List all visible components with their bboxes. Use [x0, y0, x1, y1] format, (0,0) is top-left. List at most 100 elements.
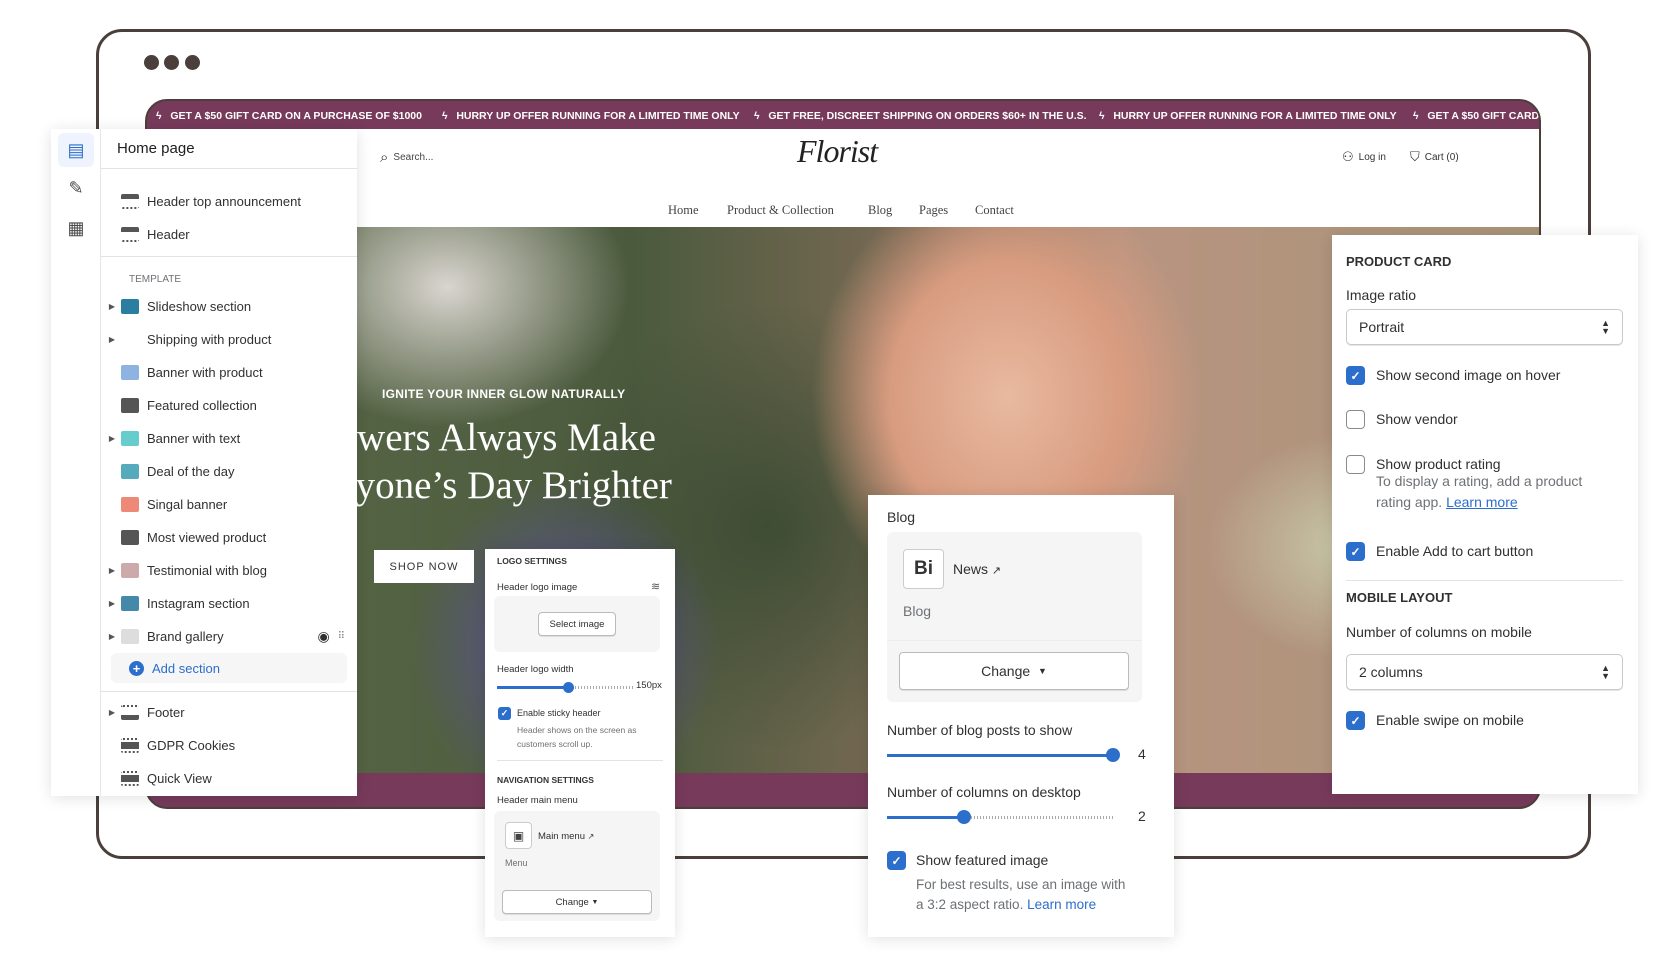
- nav-pages[interactable]: Pages: [919, 203, 948, 218]
- learn-more-link[interactable]: Learn more: [1446, 494, 1518, 510]
- drag-handle-icon[interactable]: ⠿: [338, 631, 345, 642]
- section-icon: [121, 332, 139, 347]
- login-link[interactable]: ⚇ Log in: [1342, 149, 1386, 165]
- image-icon: ▣: [505, 822, 532, 849]
- section-item-footer[interactable]: ▶ Footer: [101, 696, 357, 729]
- caret-right-icon[interactable]: ▶: [101, 599, 121, 608]
- checkbox-label: Enable sticky header: [517, 708, 601, 718]
- option-checkbox[interactable]: ✓: [1346, 366, 1365, 385]
- change-blog-button[interactable]: Change ▼: [899, 652, 1129, 690]
- section-item-deal-of-the-day[interactable]: Deal of the day: [101, 455, 357, 488]
- divider: [1346, 580, 1623, 581]
- divider: [101, 168, 357, 169]
- select-image-button[interactable]: Select image: [538, 612, 616, 636]
- sticky-header-checkbox[interactable]: ✓: [498, 707, 511, 720]
- divider: [497, 760, 663, 761]
- section-icon: [121, 431, 139, 446]
- option-checkbox[interactable]: [1346, 455, 1365, 474]
- section-label: Singal banner: [147, 497, 228, 512]
- divider: [101, 691, 357, 692]
- field-label: Header main menu: [497, 795, 578, 806]
- caret-right-icon[interactable]: ▶: [101, 566, 121, 575]
- caret-right-icon[interactable]: ▶: [101, 434, 121, 443]
- sections-icon[interactable]: ▤: [58, 133, 94, 167]
- section-label: Banner with product: [147, 365, 263, 380]
- section-item-quick-view[interactable]: Quick View: [101, 762, 357, 795]
- slider-thumb[interactable]: [1106, 748, 1120, 762]
- shop-now-button[interactable]: SHOP NOW: [374, 550, 474, 583]
- section-item-instagram-section[interactable]: ▶ Instagram section: [101, 587, 357, 620]
- section-item-most-viewed-product[interactable]: Most viewed product: [101, 521, 357, 554]
- blog-posts-slider[interactable]: [887, 748, 1120, 762]
- blog-name: News: [953, 561, 989, 577]
- slider-thumb[interactable]: [563, 682, 575, 693]
- announcement-text: GET A $50 GIFT CARD ON A PURCHASE OF $10…: [170, 110, 422, 122]
- theme-settings-brush-icon[interactable]: ✎: [58, 171, 94, 205]
- section-item-featured-collection[interactable]: Featured collection: [101, 389, 357, 422]
- change-menu-button[interactable]: Change ▼: [502, 890, 652, 914]
- option-checkbox[interactable]: ✓: [1346, 542, 1365, 561]
- section-label: Featured collection: [147, 398, 257, 413]
- select-arrows-icon: ▲ ▼: [1601, 663, 1610, 681]
- section-icon: [121, 398, 139, 413]
- add-section-button[interactable]: + Add section: [111, 653, 347, 683]
- section-item-header[interactable]: Header: [101, 218, 357, 251]
- logo-width-slider[interactable]: [497, 682, 634, 693]
- store-logo[interactable]: Florist: [797, 133, 878, 170]
- checkbox-label: Show second image on hover: [1376, 367, 1561, 383]
- window-dot: [144, 55, 159, 70]
- swipe-mobile-checkbox[interactable]: ✓: [1346, 711, 1365, 730]
- section-item-banner-with-text[interactable]: ▶ Banner with text: [101, 422, 357, 455]
- mobile-columns-select[interactable]: 2 columns ▲ ▼: [1346, 654, 1623, 690]
- database-icon[interactable]: ≋: [651, 580, 660, 593]
- menu-type: Menu: [505, 858, 528, 868]
- help-text: Header shows on the screen as customers …: [517, 725, 637, 749]
- section-item-banner-with-product[interactable]: Banner with product: [101, 356, 357, 389]
- caret-right-icon[interactable]: ▶: [101, 302, 121, 311]
- section-label: GDPR Cookies: [147, 738, 236, 753]
- cart-label: Cart (0): [1424, 151, 1459, 163]
- icon-rail: ▤ ✎ ▦: [51, 129, 101, 796]
- nav-blog[interactable]: Blog: [868, 203, 892, 218]
- section-item-gdpr-cookies[interactable]: GDPR Cookies: [101, 729, 357, 762]
- slider-thumb[interactable]: [956, 810, 971, 824]
- caret-right-icon[interactable]: ▶: [101, 632, 121, 641]
- desktop-columns-slider[interactable]: [887, 810, 1113, 824]
- cart-link[interactable]: ⛉ Cart (0): [1410, 149, 1459, 165]
- field-label: Number of columns on mobile: [1346, 624, 1532, 640]
- button-label: Change: [981, 663, 1031, 679]
- section-heading: NAVIGATION SETTINGS: [497, 775, 594, 785]
- section-label: Quick View: [147, 771, 212, 786]
- image-ratio-select[interactable]: Portrait ▲ ▼: [1346, 309, 1623, 345]
- search-bar[interactable]: ⌕ Search...: [380, 149, 433, 166]
- section-icon: [121, 299, 139, 314]
- option-checkbox[interactable]: [1346, 410, 1365, 429]
- field-label: Number of blog posts to show: [887, 722, 1073, 738]
- section-heading: MOBILE LAYOUT: [1346, 590, 1453, 605]
- section-item-testimonial-with-blog[interactable]: ▶ Testimonial with blog: [101, 554, 357, 587]
- section-item-singal-banner[interactable]: Singal banner: [101, 488, 357, 521]
- section-item-brand-gallery[interactable]: ▶ Brand gallery ◉ ⠿: [101, 620, 357, 653]
- caret-right-icon[interactable]: ▶: [101, 708, 121, 717]
- add-section-label: Add section: [152, 660, 220, 676]
- field-label: Blog: [887, 509, 916, 525]
- learn-more-link[interactable]: Learn more: [1027, 897, 1096, 912]
- apps-icon[interactable]: ▦: [58, 211, 94, 245]
- blog-link[interactable]: News ↗: [953, 561, 1001, 577]
- featured-image-checkbox[interactable]: ✓: [887, 851, 906, 870]
- checkbox-label: Show featured image: [916, 852, 1049, 868]
- hero-subtitle: IGNITE YOUR INNER GLOW NATURALLY: [382, 387, 626, 401]
- nav-product-collection[interactable]: Product & Collection: [727, 203, 834, 218]
- nav-contact[interactable]: Contact: [975, 203, 1014, 218]
- section-item-header-top-announcement[interactable]: Header top announcement: [101, 185, 357, 218]
- caret-right-icon[interactable]: ▶: [101, 335, 121, 344]
- menu-link[interactable]: Main menu ↗: [538, 831, 594, 842]
- section-item-slideshow-section[interactable]: ▶ Slideshow section: [101, 290, 357, 323]
- user-icon: ⚇: [1342, 149, 1354, 164]
- eye-icon[interactable]: ◉: [317, 628, 329, 645]
- section-item-shipping-with-product[interactable]: ▶ Shipping with product: [101, 323, 357, 356]
- nav-home[interactable]: Home: [668, 203, 699, 218]
- checkbox-label: Show vendor: [1376, 411, 1458, 427]
- search-input[interactable]: Search...: [393, 152, 433, 163]
- section-label: Deal of the day: [147, 464, 235, 479]
